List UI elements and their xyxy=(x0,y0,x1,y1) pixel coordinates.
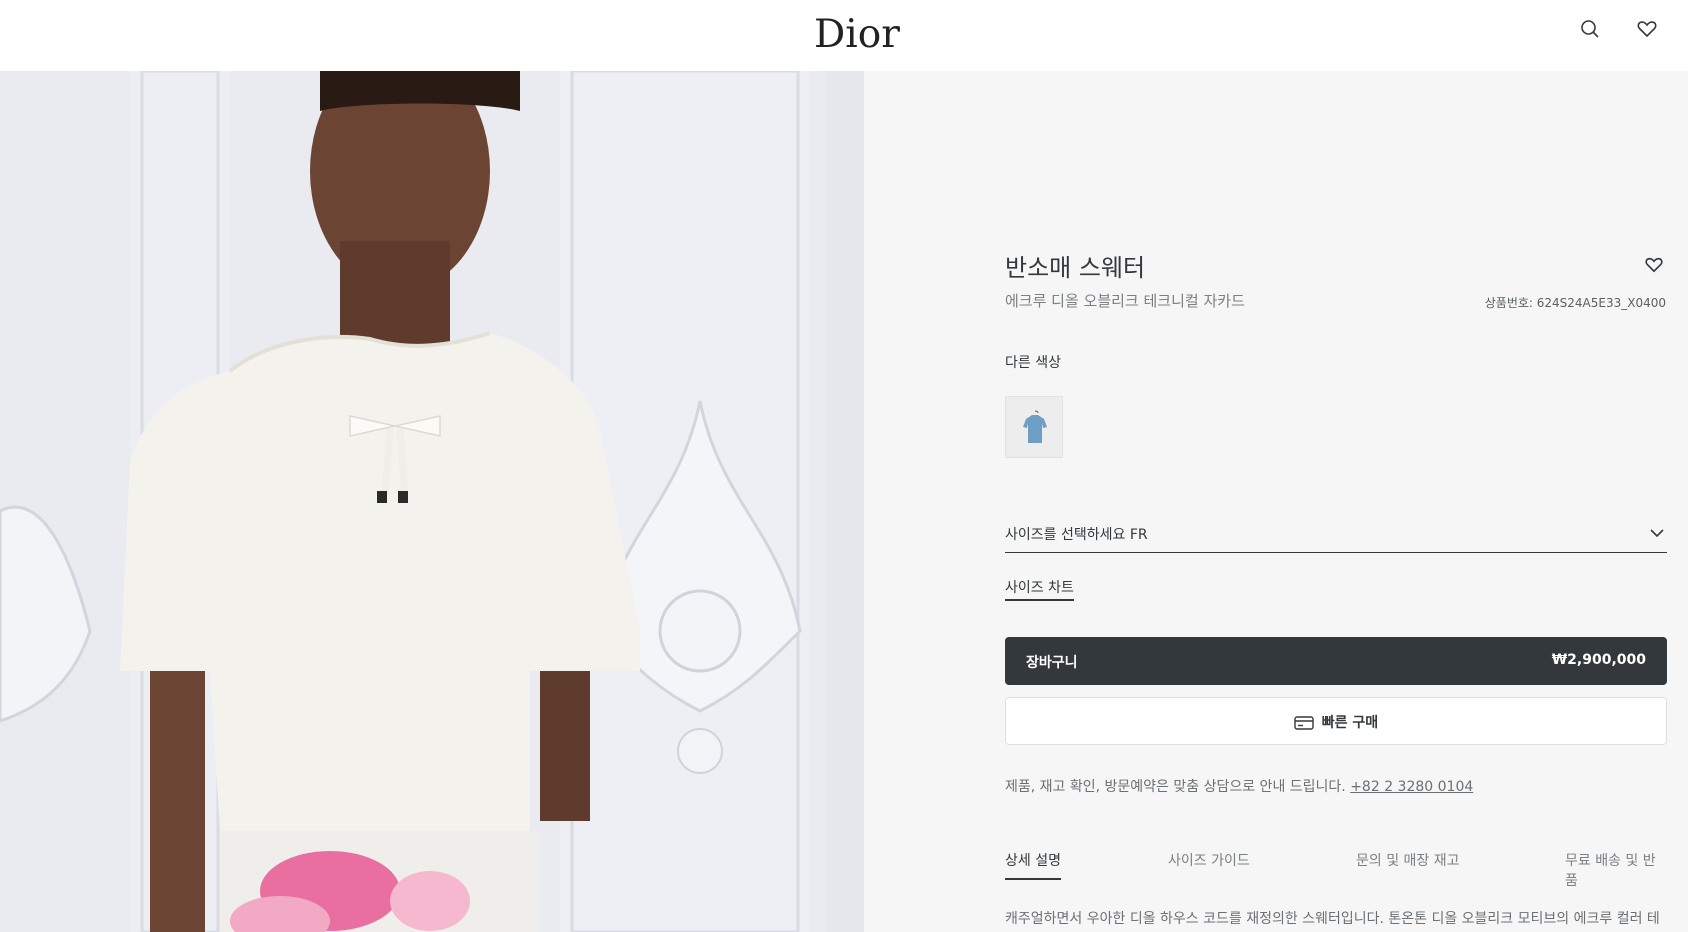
contact-phone-link[interactable]: +82 2 3280 0104 xyxy=(1350,779,1473,795)
shirt-swatch-icon xyxy=(1023,415,1047,443)
add-to-cart-button[interactable]: 장바구니 ₩2,900,000 xyxy=(1005,637,1667,685)
tab-free-shipping[interactable]: 무료 배송 및 반품 xyxy=(1565,850,1667,890)
size-select-label: 사이즈를 선택하세요 FR xyxy=(1005,527,1148,543)
size-select[interactable]: 사이즈를 선택하세요 FR xyxy=(1005,517,1667,553)
product-subtitle: 에크루 디올 오블리크 테크니컬 자카드 xyxy=(1005,292,1245,310)
product-title: 반소매 스웨터 xyxy=(1005,254,1146,282)
product-reference: 상품번호: 624S24A5E33_X0400 xyxy=(1484,296,1666,310)
size-chart-link[interactable]: 사이즈 차트 xyxy=(1005,577,1074,601)
cart-label: 장바구니 xyxy=(1026,655,1078,671)
credit-card-icon xyxy=(1294,716,1314,730)
quick-buy-label: 빠른 구매 xyxy=(1321,715,1379,731)
product-description: 캐주얼하면서 우아한 디올 하우스 코드를 재정의한 스웨터입니다. 톤온톤 디… xyxy=(1005,911,1660,927)
quick-buy-button[interactable]: 빠른 구매 xyxy=(1005,697,1667,745)
contact-info: 제품, 재고 확인, 방문예약은 맞춤 상담으로 안내 드립니다. +82 2 … xyxy=(1005,776,1473,796)
product-panel xyxy=(864,71,1688,932)
color-swatch[interactable] xyxy=(1005,396,1063,458)
price: ₩2,900,000 xyxy=(1551,652,1646,668)
other-colors-label: 다른 색상 xyxy=(1005,355,1061,371)
site-header: Dior xyxy=(0,0,1688,71)
tab-inquiry-stock[interactable]: 문의 및 매장 재고 xyxy=(1356,850,1460,870)
favorite-heart-icon[interactable] xyxy=(1644,255,1664,273)
search-icon[interactable] xyxy=(1579,18,1601,40)
info-tabs: 상세 설명 사이즈 가이드 문의 및 매장 재고 무료 배송 및 반품 xyxy=(1005,846,1667,889)
product-image[interactable] xyxy=(0,71,864,932)
dior-logo[interactable]: Dior xyxy=(814,12,900,57)
tab-description[interactable]: 상세 설명 xyxy=(1005,850,1061,880)
heart-icon[interactable] xyxy=(1636,18,1658,40)
chevron-down-icon xyxy=(1650,529,1664,538)
contact-text: 제품, 재고 확인, 방문예약은 맞춤 상담으로 안내 드립니다. xyxy=(1005,779,1346,795)
tab-size-guide[interactable]: 사이즈 가이드 xyxy=(1168,850,1250,870)
